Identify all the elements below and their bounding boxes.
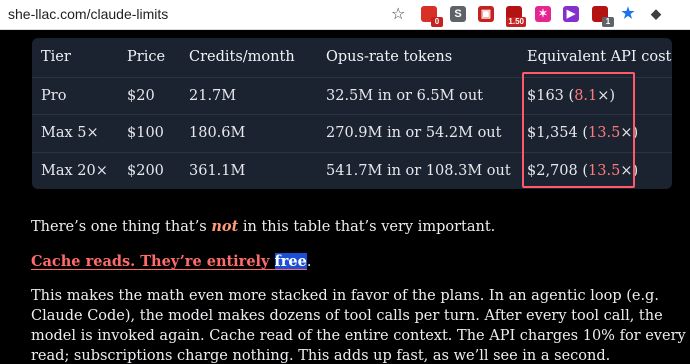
column-header-price: Price	[127, 49, 166, 66]
tier-cell: Max 5×	[41, 125, 99, 142]
body-paragraph: This makes the math even more stacked in…	[31, 288, 686, 364]
ext-pink-icon[interactable]: ✶	[535, 6, 551, 22]
cache-reads-link[interactable]: Cache reads. They’re entirely	[31, 253, 275, 270]
cache-reads-heading: Cache reads. They’re entirely free.	[31, 253, 312, 270]
tier-cell: Max 20×	[41, 163, 108, 179]
emphasis-not: not	[211, 218, 239, 235]
credits-cell: 361.1M	[189, 163, 246, 179]
browser-toolbar: she-llac.com/claude-limits ☆ 0 S ▣ 1.50 …	[0, 0, 690, 30]
tokens-cell: 541.7M in or 108.3M out	[326, 163, 511, 179]
ext-s-icon[interactable]: S	[450, 6, 466, 22]
column-header-tier: Tier	[41, 49, 71, 66]
ext-red-badge-icon[interactable]: 1.50	[506, 6, 526, 27]
annotation-highlight-box	[522, 72, 635, 188]
credits-cell: 21.7M	[189, 87, 237, 104]
address-bar[interactable]: she-llac.com/claude-limits	[8, 0, 168, 30]
column-header-tokens: Opus-rate tokens	[326, 49, 453, 66]
star-icon[interactable]: ☆	[391, 4, 409, 24]
ext-gift-icon[interactable]: ▣	[478, 6, 494, 22]
ext-dark-icon[interactable]: ◆	[648, 6, 664, 22]
price-cell: $20	[127, 87, 155, 104]
ext-red-icon[interactable]: 0	[421, 6, 443, 27]
intro-paragraph: There’s one thing that’s not in this tab…	[31, 218, 496, 235]
tokens-cell: 32.5M in or 6.5M out	[326, 87, 484, 104]
tokens-cell: 270.9M in or 54.2M out	[326, 125, 502, 142]
ext-shield-icon[interactable]: 1	[592, 6, 614, 27]
price-cell: $200	[127, 163, 164, 179]
price-cell: $100	[127, 125, 164, 142]
ext-play-icon[interactable]: ▶	[563, 6, 579, 22]
ext-blue-star-icon[interactable]: ★	[620, 6, 636, 22]
tier-cell: Pro	[41, 87, 67, 104]
credits-cell: 180.6M	[189, 125, 246, 142]
column-header-credits: Credits/month	[189, 49, 295, 66]
selected-text-free[interactable]: free	[274, 253, 307, 270]
